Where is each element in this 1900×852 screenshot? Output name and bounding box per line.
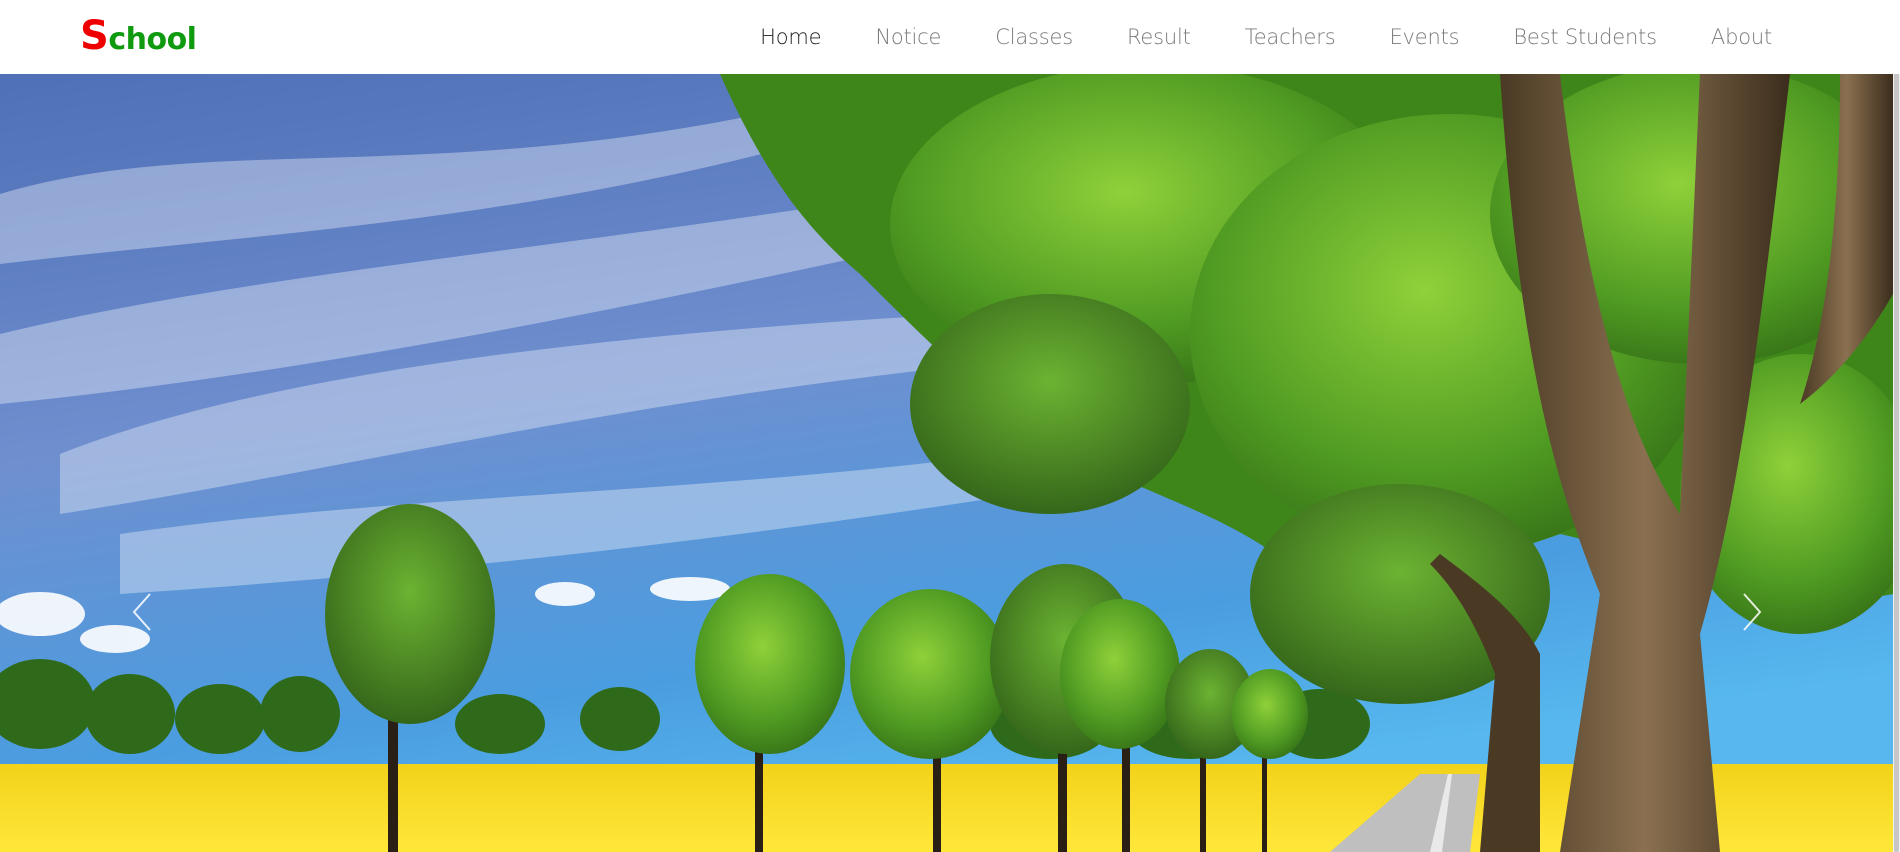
nav-item-teachers: Teachers	[1245, 25, 1336, 49]
nav-link-notice[interactable]: Notice	[875, 25, 941, 49]
nav-link-events[interactable]: Events	[1389, 25, 1459, 49]
nav-item-best-students: Best Students	[1513, 25, 1657, 49]
nav-link-about[interactable]: About	[1711, 25, 1772, 49]
hero-slide-image	[0, 74, 1893, 852]
nav-item-about: About	[1711, 25, 1772, 49]
page-scrollbar[interactable]	[1893, 0, 1900, 852]
brand-first-letter: S	[80, 13, 109, 59]
nav-item-events: Events	[1389, 25, 1459, 49]
nav-link-home[interactable]: Home	[760, 25, 821, 49]
carousel-prev-button[interactable]	[112, 572, 172, 652]
carousel-next-button[interactable]	[1722, 572, 1782, 652]
chevron-left-icon	[132, 593, 151, 631]
brand-rest: chool	[108, 22, 197, 57]
nav-item-classes: Classes	[995, 25, 1073, 49]
scrollbar-thumb[interactable]	[1894, 0, 1899, 852]
main-nav: Home Notice Classes Result Teachers Even…	[706, 0, 1772, 74]
nav-link-best-students[interactable]: Best Students	[1513, 25, 1657, 49]
nav-item-notice: Notice	[875, 25, 941, 49]
chevron-right-icon	[1743, 593, 1762, 631]
brand-logo[interactable]: School	[80, 13, 197, 62]
hero-carousel	[0, 74, 1893, 852]
nav-link-classes[interactable]: Classes	[995, 25, 1073, 49]
nav-link-teachers[interactable]: Teachers	[1245, 25, 1336, 49]
nav-item-result: Result	[1127, 25, 1191, 49]
navbar: School Home Notice Classes Result Teache…	[0, 0, 1900, 74]
nav-item-home: Home	[760, 25, 821, 49]
nav-link-result[interactable]: Result	[1127, 25, 1191, 49]
